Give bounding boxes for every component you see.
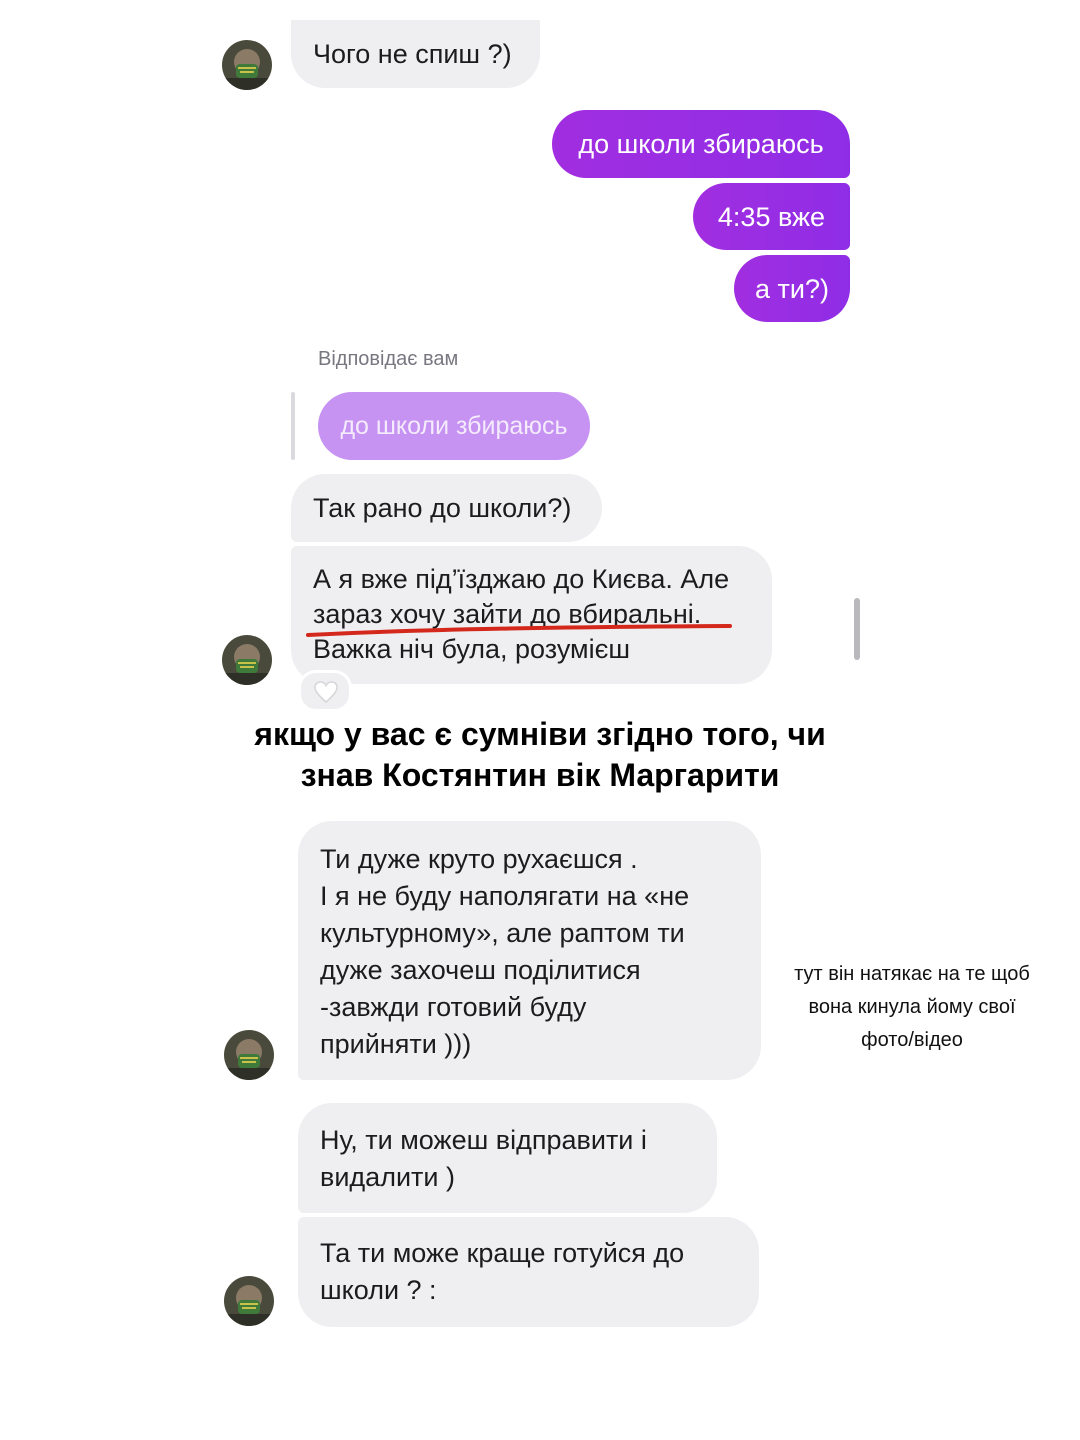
avatar[interactable] [222,40,272,90]
message-text: Чого не спиш ?) [313,39,512,69]
outgoing-message[interactable]: до школи збираюсь [552,110,850,178]
message-line: -завжди готовий буду [320,992,587,1022]
quote-bar [291,392,295,460]
message-line: І я не буду наполягати на «не [320,881,690,911]
quoted-message[interactable]: до школи збираюсь [318,392,590,460]
scrollbar[interactable] [854,598,860,660]
message-text: а ти?) [755,274,829,304]
message-line: Та ти може краще готуйся до [320,1238,685,1268]
message-line: Ти дуже круто рухаєшся . [320,844,638,874]
message-text: 4:35 вже [717,202,826,232]
message-line: дуже захочеш поділитися [320,955,641,985]
incoming-message[interactable]: Чого не спиш ?) [291,20,540,88]
message-line: А я вже під’їзджаю до Києва. Але [313,564,730,594]
red-underline [306,624,732,637]
message-line: прийняти ))) [320,1029,472,1059]
incoming-message[interactable]: Так рано до школи?) [291,474,602,542]
outgoing-message[interactable]: 4:35 вже [693,183,850,250]
side-note-line: вона кинула йому свої [808,996,1016,1018]
avatar[interactable] [222,635,272,685]
caption: якщо у вас є сумніви згідно того, чи зна… [0,714,1080,796]
caption-line: знав Костянтин вік Маргарити [300,757,780,793]
message-line: Ну, ти можеш відправити і [320,1125,647,1155]
message-text: Так рано до школи?) [313,493,572,523]
reply-label: Відповідає вам [318,348,459,370]
heart-icon [314,681,338,703]
avatar[interactable] [224,1276,274,1326]
incoming-message[interactable]: А я вже під’їзджаю до Києва. Але зараз х… [291,546,772,684]
caption-line: якщо у вас є сумніви згідно того, чи [254,716,826,752]
side-note-line: тут він натякає на те щоб [794,963,1030,985]
avatar[interactable] [224,1030,274,1080]
message-text: до школи збираюсь [340,412,568,440]
side-note-line: фото/відео [861,1029,963,1051]
message-line: школи ? : [320,1275,437,1305]
side-note: тут він натякає на те щоб вона кинула йо… [776,958,1048,1057]
incoming-message[interactable]: Ну, ти можеш відправити і видалити ) [298,1103,717,1213]
incoming-message[interactable]: Та ти може краще готуйся до школи ? : [298,1217,759,1327]
outgoing-message[interactable]: а ти?) [734,255,850,322]
message-line: культурному», але раптом ти [320,918,685,948]
incoming-message[interactable]: Ти дуже круто рухаєшся . І я не буду нап… [298,821,761,1080]
message-line: видалити ) [320,1162,455,1192]
message-text: до школи збираюсь [578,129,824,159]
heart-reaction[interactable] [298,670,352,712]
